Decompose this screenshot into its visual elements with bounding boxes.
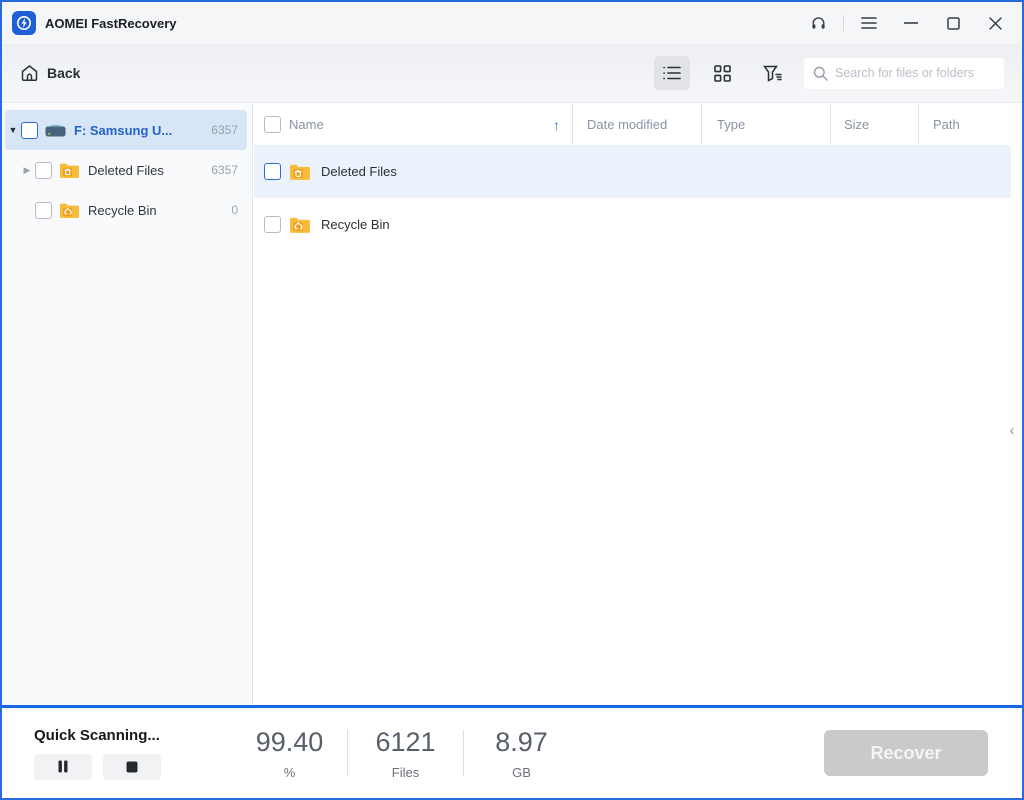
app-window: AOMEI FastRecovery [0, 0, 1024, 800]
title-bar: AOMEI FastRecovery [2, 2, 1022, 44]
drive-label: F: Samsung U... [74, 123, 172, 138]
recycle-bin-count: 0 [231, 203, 238, 217]
folder-trash-icon [289, 163, 311, 181]
table-row-deleted-files[interactable]: Deleted Files [254, 145, 1011, 198]
maximize-button[interactable] [936, 8, 970, 38]
column-path[interactable]: Path [918, 104, 1022, 145]
row-label: Recycle Bin [321, 217, 390, 232]
footer-bar: Quick Scanning... 99.40 % 61 [2, 705, 1022, 798]
back-button[interactable]: Back [20, 64, 80, 82]
column-date-modified[interactable]: Date modified [572, 104, 701, 145]
column-name-label: Name [289, 117, 324, 132]
drive-count: 6357 [211, 123, 238, 137]
row-checkbox[interactable] [264, 216, 281, 233]
filter-button[interactable] [754, 56, 790, 90]
search-box [804, 58, 1004, 89]
back-label: Back [47, 65, 80, 81]
sort-ascending-icon[interactable]: ↑ [553, 117, 560, 133]
menu-button[interactable] [852, 8, 886, 38]
size-value: 8.97 [464, 727, 579, 758]
list-view-button[interactable] [654, 56, 690, 90]
stat-size: 8.97 GB [464, 727, 579, 780]
home-icon [20, 64, 39, 82]
sidebar-item-deleted-files[interactable]: ▶ [5, 150, 247, 190]
pause-button[interactable] [34, 754, 92, 780]
scan-status-text: Quick Scanning... [34, 727, 194, 744]
sidebar: ▼ F: Samsung U... 6357 ▶ [2, 104, 253, 709]
column-date-label: Date modified [587, 117, 667, 132]
recycle-bin-checkbox[interactable] [35, 202, 52, 219]
search-input[interactable] [835, 66, 995, 80]
table-row-recycle-bin[interactable]: Recycle Bin [254, 198, 1011, 251]
column-path-label: Path [933, 117, 960, 132]
row-checkbox[interactable] [264, 163, 281, 180]
titlebar-divider [843, 15, 844, 31]
folder-trash-icon [59, 162, 80, 179]
column-type-label: Type [717, 117, 745, 132]
folder-recycle-icon [59, 202, 80, 219]
sidebar-item-drive[interactable]: ▼ F: Samsung U... 6357 [5, 110, 247, 150]
column-type[interactable]: Type [701, 104, 830, 145]
column-size-label: Size [844, 117, 869, 132]
size-label: GB [464, 765, 579, 780]
toolbar: Back [2, 44, 1022, 103]
chevron-right-icon[interactable]: ▶ [19, 165, 35, 176]
drive-icon [45, 123, 66, 137]
sidebar-item-recycle-bin[interactable]: Recycle Bin 0 [5, 190, 247, 230]
search-icon [813, 66, 828, 81]
app-logo-icon [12, 11, 36, 35]
deleted-files-label: Deleted Files [88, 163, 164, 178]
stop-button[interactable] [103, 754, 161, 780]
column-name[interactable]: Name ↑ [254, 104, 572, 145]
chevron-down-icon[interactable]: ▼ [5, 125, 21, 135]
files-value: 6121 [348, 727, 463, 758]
recycle-bin-label: Recycle Bin [88, 203, 157, 218]
grid-view-button[interactable] [704, 56, 740, 90]
close-button[interactable] [978, 8, 1012, 38]
stat-percent: 99.40 % [232, 727, 347, 780]
recover-button[interactable]: Recover [824, 730, 988, 776]
drive-checkbox[interactable] [21, 122, 38, 139]
minimize-button[interactable] [894, 8, 928, 38]
scan-stats: 99.40 % 6121 Files 8.97 GB [232, 727, 579, 780]
files-label: Files [348, 765, 463, 780]
row-label: Deleted Files [321, 164, 397, 179]
percent-label: % [232, 765, 347, 780]
app-title: AOMEI FastRecovery [45, 16, 177, 31]
content-area: ▼ F: Samsung U... 6357 ▶ [2, 104, 1022, 709]
file-table: Name ↑ Date modified Type Size Path [254, 104, 1022, 709]
stat-files: 6121 Files [348, 727, 463, 780]
column-size[interactable]: Size [830, 104, 918, 145]
table-header: Name ↑ Date modified Type Size Path [254, 104, 1022, 145]
collapse-panel-chevron-icon[interactable]: ‹ [1005, 420, 1019, 440]
deleted-files-count: 6357 [211, 163, 238, 177]
deleted-files-checkbox[interactable] [35, 162, 52, 179]
folder-recycle-icon [289, 216, 311, 234]
select-all-checkbox[interactable] [264, 116, 281, 133]
support-headset-icon[interactable] [801, 8, 835, 38]
percent-value: 99.40 [232, 727, 347, 758]
